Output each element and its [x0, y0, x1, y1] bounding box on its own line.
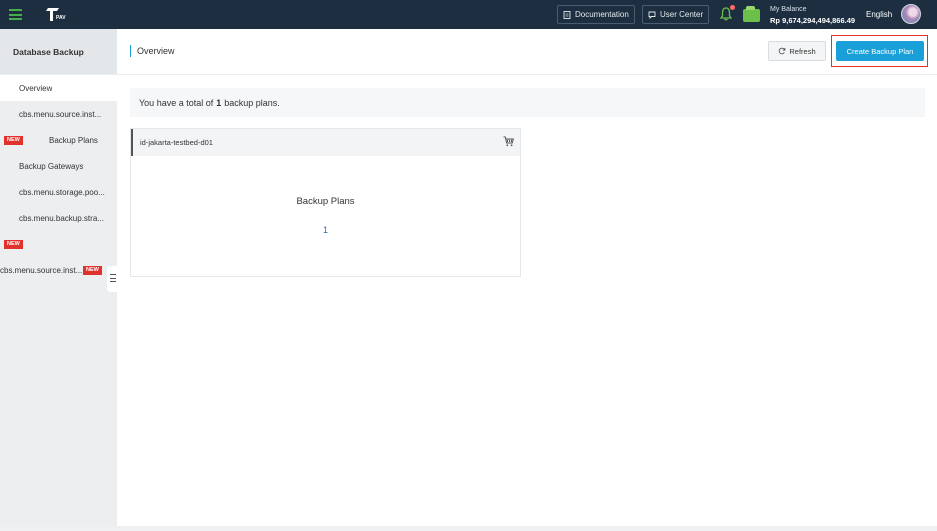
bottom-scrollbar[interactable]: [0, 526, 937, 531]
sidebar-title: Database Backup: [0, 29, 117, 74]
backup-plans-count-link[interactable]: 1: [131, 225, 520, 235]
summary-suffix: backup plans.: [224, 97, 280, 108]
sidebar-item-new[interactable]: NEW: [0, 231, 117, 257]
sidebar-item-label: cbs.menu.backup.stra...: [19, 213, 104, 223]
balance-label: My Balance: [770, 6, 807, 13]
sidebar-item-backup-strategies[interactable]: cbs.menu.backup.stra...: [0, 205, 117, 231]
sidebar-item-backup-gateways[interactable]: Backup Gateways: [0, 153, 117, 179]
document-icon: [563, 10, 571, 19]
sidebar-item-overview[interactable]: Overview: [0, 75, 117, 101]
documentation-label: Documentation: [575, 10, 629, 19]
sidebar-collapse-icon[interactable]: [107, 266, 117, 292]
documentation-button[interactable]: Documentation: [557, 5, 635, 24]
region-card: id-jakarta-testbed-d01 Backup Plans 1: [130, 128, 521, 277]
wallet-icon[interactable]: [743, 6, 760, 22]
chat-icon: [648, 11, 656, 19]
sidebar-item-source-instances[interactable]: cbs.menu.source.inst...: [0, 101, 117, 127]
new-badge: NEW: [4, 239, 23, 249]
balance-value: Rp 9,674,294,494,866.49: [770, 16, 856, 25]
new-badge: NEW: [83, 265, 102, 275]
sidebar-item-label: Backup Plans: [49, 135, 98, 145]
avatar[interactable]: [901, 4, 921, 24]
header-divider: [117, 74, 937, 75]
card-label: Backup Plans: [296, 196, 355, 207]
menu-icon[interactable]: [9, 9, 22, 20]
top-navigation-bar: PAV Documentation User Center My Balance…: [0, 0, 937, 29]
sidebar-item-label: Backup Gateways: [19, 161, 84, 171]
summary-prefix: You have a total of: [139, 97, 214, 108]
refresh-button[interactable]: Refresh: [768, 41, 826, 61]
user-center-button[interactable]: User Center: [642, 5, 710, 24]
sidebar-item-label: cbs.menu.storage.poo...: [19, 187, 105, 197]
card-header: id-jakarta-testbed-d01: [131, 129, 520, 156]
summary-count: 1: [216, 97, 222, 108]
sidebar-item-storage-pools[interactable]: cbs.menu.storage.poo...: [0, 179, 117, 205]
sidebar-item-label: cbs.menu.source.inst...: [0, 265, 83, 275]
logo-text: PAV: [56, 15, 66, 21]
sidebar-item-source-instances-2[interactable]: cbs.menu.source.inst... NEW: [0, 257, 117, 283]
refresh-label: Refresh: [789, 46, 816, 56]
create-backup-plan-button[interactable]: Create Backup Plan: [836, 41, 924, 61]
user-center-label: User Center: [660, 10, 704, 19]
region-name: id-jakarta-testbed-d01: [140, 138, 213, 147]
notification-dot: [730, 5, 735, 10]
sidebar-item-backup-plans[interactable]: NEW Backup Plans: [0, 127, 117, 153]
refresh-icon: [779, 47, 786, 55]
language-selector[interactable]: English: [866, 10, 892, 19]
cart-icon[interactable]: [503, 136, 514, 147]
sidebar: Database Backup Overview cbs.menu.source…: [0, 29, 117, 531]
sidebar-item-label: Overview: [19, 83, 53, 93]
sidebar-item-label: cbs.menu.source.inst...: [19, 109, 102, 119]
page-title: Overview: [130, 45, 175, 57]
summary-banner: You have a total of 1 backup plans.: [130, 88, 925, 117]
new-badge: NEW: [4, 135, 23, 145]
